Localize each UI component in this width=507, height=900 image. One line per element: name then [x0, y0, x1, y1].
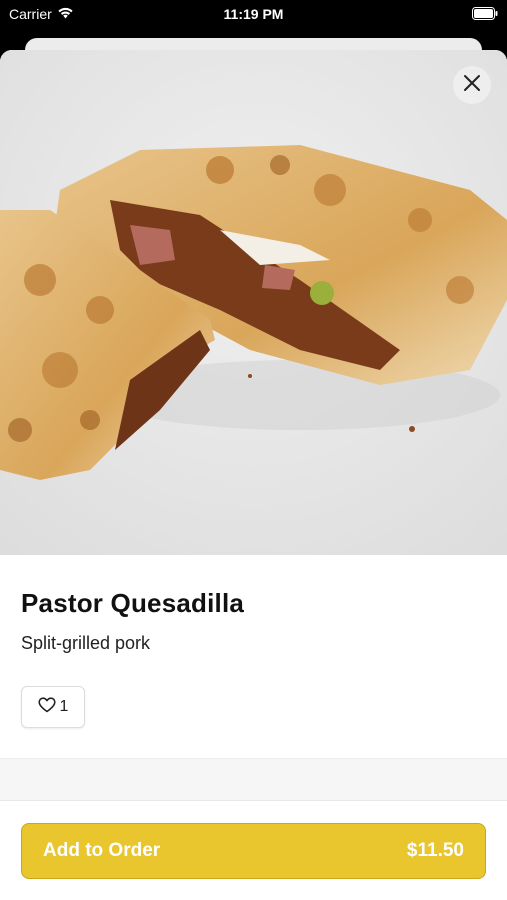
item-title: Pastor Quesadilla: [21, 588, 245, 618]
battery-icon: [472, 7, 498, 20]
item-description: Split-grilled pork: [21, 633, 151, 653]
like-count: 1: [59, 698, 69, 715]
close-icon: [463, 74, 481, 97]
close-button[interactable]: [453, 66, 491, 104]
add-to-order-button[interactable]: Add to Order $11.50: [21, 823, 486, 879]
section-divider: [0, 758, 507, 801]
item-photo: [0, 50, 507, 555]
status-bar: Carrier 11:19 PM: [0, 0, 507, 30]
item-info: Pastor Quesadilla Split-grilled pork 1: [0, 555, 507, 758]
item-price: $11.50: [406, 840, 464, 861]
like-button[interactable]: 1: [21, 686, 85, 728]
add-to-order-label: Add to Order: [43, 840, 161, 861]
item-detail-modal: Pastor Quesadilla Split-grilled pork 1 A…: [0, 50, 507, 900]
order-footer: Add to Order $11.50: [0, 800, 507, 900]
heart-icon: [37, 696, 56, 718]
status-time: 11:19 PM: [223, 6, 284, 22]
